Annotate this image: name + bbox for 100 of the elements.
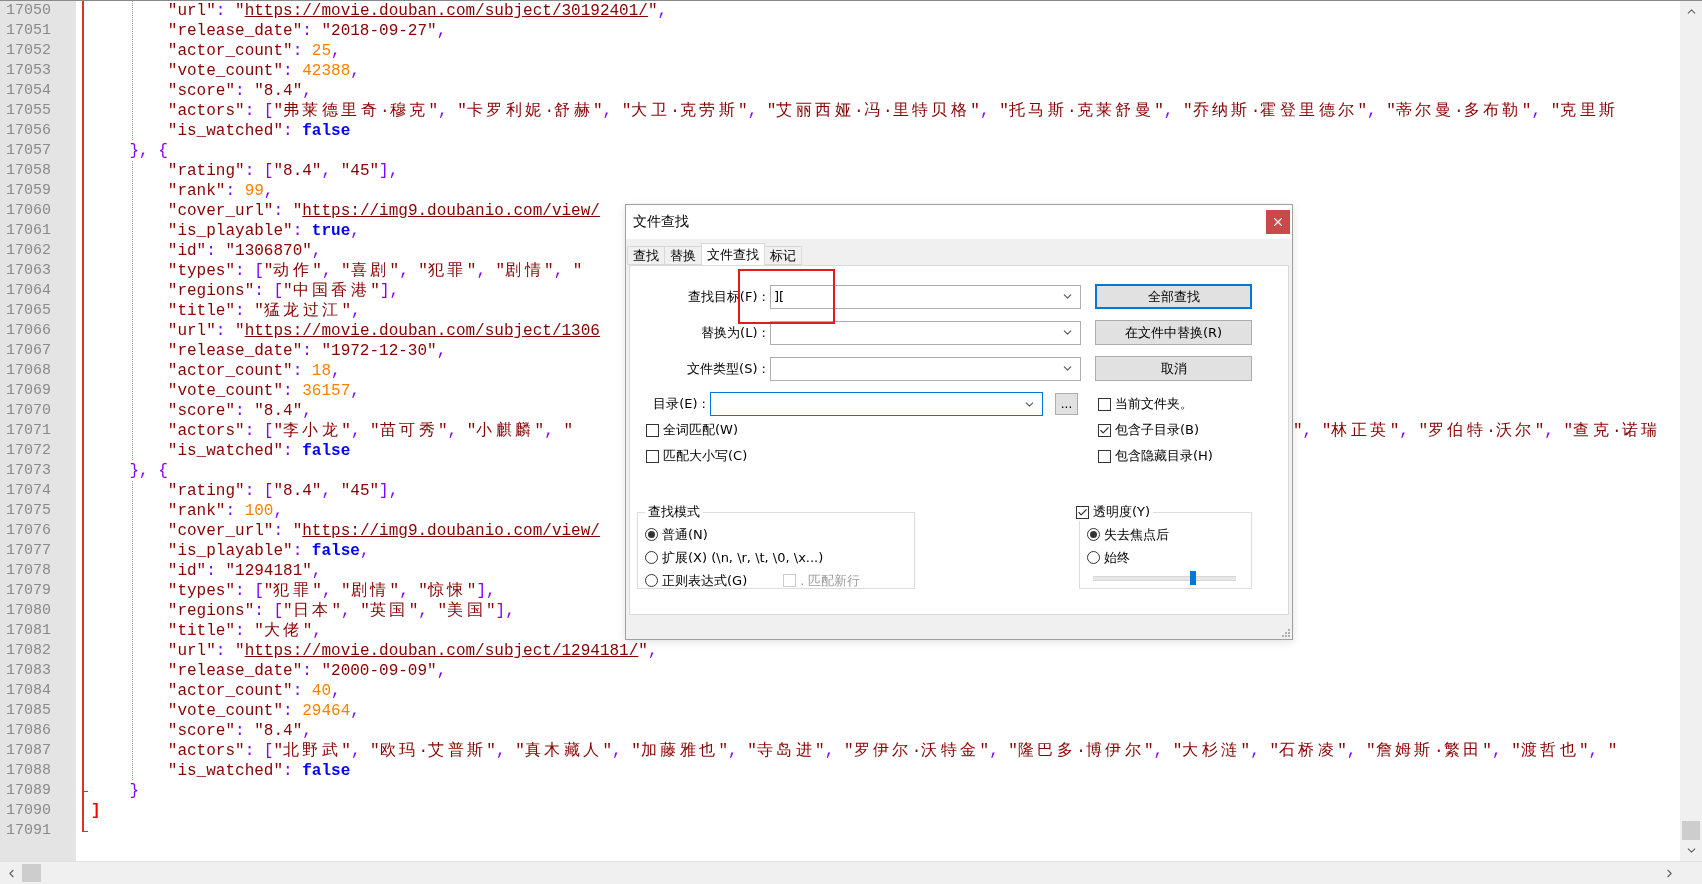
radio-button[interactable] [645,528,658,541]
line-number: 17069 [5,381,51,401]
close-button[interactable] [1266,210,1290,234]
radio-label: 正则表达式(G) [662,571,748,590]
tab[interactable]: 标记 [764,246,802,265]
radio-button[interactable] [1087,528,1100,541]
line-number: 17052 [5,41,51,61]
line-number: 17060 [5,201,51,221]
line-number: 17070 [5,401,51,421]
code-line: "actor_count": 40, [166,681,341,701]
line-number: 17067 [5,341,51,361]
code-line: "actor_count": 18, [166,361,341,381]
code-line: "actors": ["弗莱德里奇·穆克", "卡罗利妮·舒赫", "大卫·克劳斯", "艾丽西娅·冯·里特贝格", "托马斯·克莱舒曼", "乔纳斯·霍登里德尔", "蒂尔曼·多布勒", "克里斯 [166,101,1619,121]
group-title: 查找模式 [648,503,700,521]
code-line: "rank": 99, [166,181,274,201]
code-line: ] [91,801,101,821]
checkbox-label: 包含子目录(B) [1115,421,1200,439]
radio-label: 始终 [1104,548,1130,567]
code-line: "actor_count": 25, [166,41,341,61]
slider-thumb[interactable] [1190,571,1197,585]
line-number: 17084 [5,681,51,701]
code-line: "is_watched": false [166,121,351,141]
checkbox[interactable] [1098,423,1111,437]
checkbox[interactable] [1098,397,1111,411]
tab[interactable]: 文件查找 [701,243,765,265]
tab[interactable]: 查找 [627,246,665,265]
scrollbar-thumb[interactable] [22,864,41,882]
checkbox-label: 全词匹配(W) [663,421,738,439]
line-number: 17050 [5,1,51,21]
tab[interactable]: 替换 [664,246,702,265]
checkbox[interactable] [1076,505,1089,519]
line-number: 17082 [5,641,51,661]
radio-label: 扩展(X) (\n, \r, \t, \0, \x...) [662,548,824,567]
dialog-button[interactable]: 取消 [1095,356,1252,381]
code-line: "title": "猛龙过江", [166,301,361,321]
line-number: 17073 [5,461,51,481]
line-number: 17080 [5,601,51,621]
line-number: 17075 [5,501,51,521]
code-line: "release_date": "2018-09-27", [166,21,447,41]
code-line: "id": "1294181", [166,561,322,581]
radio-button[interactable] [645,551,658,564]
code-line: "regions": ["日本", "英国", "美国"], [166,601,515,621]
code-line: "release_date": "1972-12-30", [166,341,447,361]
line-number: 17061 [5,221,51,241]
checkbox[interactable] [646,423,659,437]
line-number: 17077 [5,541,51,561]
scrollbar-thumb[interactable] [1682,821,1700,840]
line-number: 17053 [5,61,51,81]
line-number: 17059 [5,181,51,201]
dialog-button[interactable]: 全部查找 [1095,284,1252,309]
field-label: 替换为(L) : [701,323,766,342]
dialog-button[interactable]: 在文件中替换(R) [1095,320,1252,345]
code-line: "is_playable": true, [166,221,360,241]
radio-label: 普通(N) [662,525,708,544]
checkbox-label: . 匹配新行 [800,571,861,590]
code-line: "rating": ["8.4", "45"], [166,481,399,501]
field-label: 目录(E) : [652,395,706,413]
checkbox-label: 包含隐藏目录(H) [1115,447,1213,465]
line-number: 17074 [5,481,51,501]
line-number: 17062 [5,241,51,261]
line-number: 17056 [5,121,51,141]
code-line: "id": "1306870", [166,241,322,261]
browse-button[interactable]: ... [1055,393,1078,415]
line-number: 17057 [5,141,51,161]
line-number: 17088 [5,761,51,781]
combo-field[interactable]: ][ [770,284,1081,309]
checkbox-label: 当前文件夹。 [1115,395,1193,413]
radio-button[interactable] [645,574,658,587]
combo-field[interactable] [770,356,1081,381]
code-line: "vote_count": 29464, [166,701,360,721]
checkbox[interactable] [646,449,659,463]
line-number: 17051 [5,21,51,41]
code-line: "types": ["犯罪", "剧情", "惊悚"], [166,581,496,601]
line-number: 17083 [5,661,51,681]
line-number: 17081 [5,621,51,641]
line-number: 17065 [5,301,51,321]
code-line: "actors": ["北野武", "欧玛·艾普斯", "真木藏人", "加藤雅也", "寺岛进", "罗伊尔·沃特金", "隆巴多·博伊尔", "大杉涟", "石桥凌", "詹姆斯·繁田", "渡哲也", " [166,741,1618,761]
code-line: "cover_url": "https://img9.doubanio.com/view/ [166,201,600,221]
code-line: ", "林正英", "罗伯特·沃尔", "查克·诺瑞 [1293,421,1661,441]
line-number: 17054 [5,81,51,101]
code-line: "rating": ["8.4", "45"], [166,161,399,181]
checkbox[interactable] [1098,449,1111,463]
code-line: } [128,781,139,801]
resize-grip-icon[interactable] [1280,627,1290,637]
code-line: "score": "8.4", [166,721,312,741]
code-line: "vote_count": 42388, [166,61,360,81]
code-line: }, { [128,461,168,481]
line-number: 17068 [5,361,51,381]
text-input[interactable]: ][ [774,289,1061,304]
field-label: 查找目标(F) : [687,287,766,306]
line-number: 17087 [5,741,51,761]
combo-field[interactable] [710,392,1043,416]
line-number: 17090 [5,801,51,821]
code-line: "is_watched": false [166,441,351,461]
code-line: "cover_url": "https://img9.doubanio.com/view/ [166,521,600,541]
radio-label: 失去焦点后 [1104,525,1169,544]
radio-button[interactable] [1087,551,1100,564]
combo-field[interactable] [770,320,1081,345]
line-number: 17076 [5,521,51,541]
line-number: 17058 [5,161,51,181]
